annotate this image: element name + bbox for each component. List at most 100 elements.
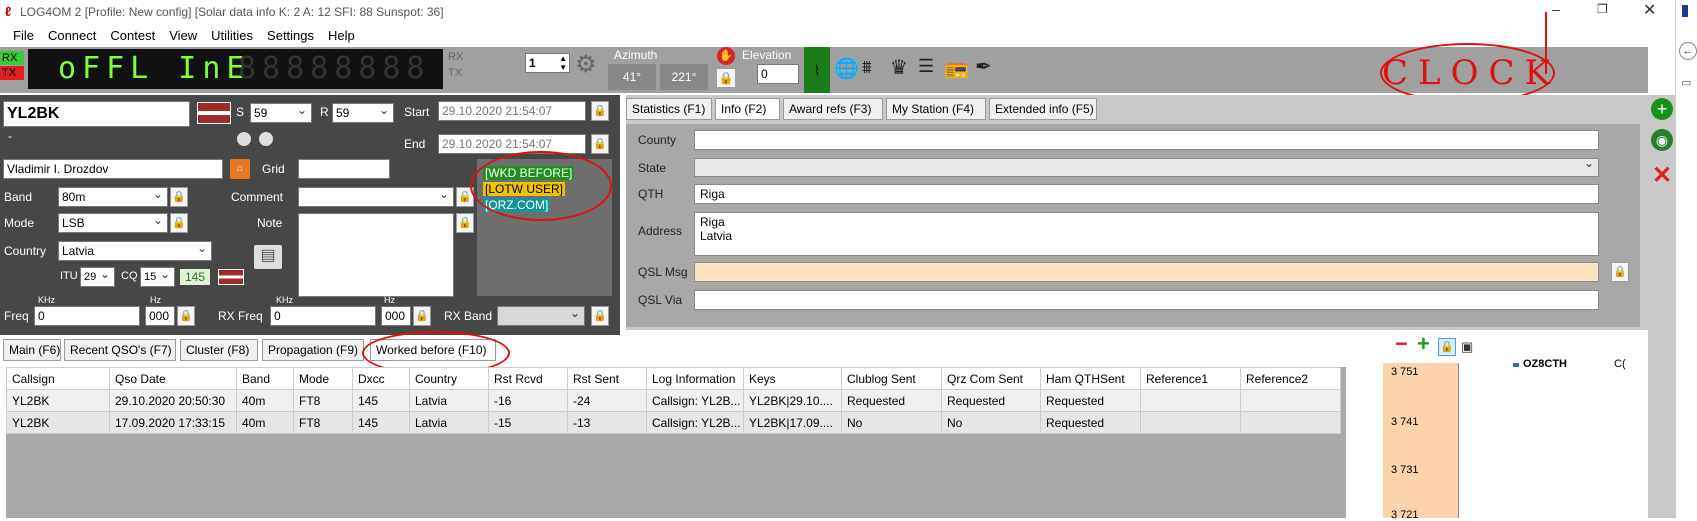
tab-my-station[interactable]: My Station (F4) — [886, 98, 986, 120]
bandmap-folder-icon[interactable]: ▣ — [1461, 339, 1473, 355]
start-lock-icon[interactable]: 🔒 — [591, 101, 609, 121]
col-rst-rcvd[interactable]: Rst Rcvd — [488, 367, 568, 390]
tab-recent-qsos[interactable]: Recent QSO's (F7) — [64, 339, 176, 361]
qrz-lookup-icon[interactable]: ⌂ — [230, 159, 250, 179]
band-map-panel: − + 🔒 ▣ 3 751 3 741 3 731 3 721 OZ8CTH C… — [1383, 331, 1645, 521]
globe-icon[interactable]: 🌐 — [834, 56, 859, 81]
freq-lock-icon[interactable]: 🔒 — [177, 306, 195, 326]
col-rst-sent[interactable]: Rst Sent — [567, 367, 647, 390]
menu-connect[interactable]: Connect — [41, 28, 103, 43]
rxfreq-input[interactable]: 0 — [270, 306, 376, 326]
add-qso-icon[interactable]: + — [1651, 98, 1673, 120]
menu-contest[interactable]: Contest — [103, 28, 162, 43]
name-input[interactable]: Vladimir I. Drozdov — [3, 159, 223, 179]
menu-help[interactable]: Help — [321, 28, 362, 43]
tab-cluster[interactable]: Cluster (F8) — [180, 339, 258, 361]
note-lock-icon[interactable]: 🔒 — [456, 213, 474, 233]
start-datetime[interactable]: 29.10.2020 21:54:07 — [438, 101, 586, 121]
zoom-in-icon[interactable]: + — [1417, 331, 1430, 357]
gear-icon[interactable]: ⚙ — [575, 50, 597, 79]
address-textarea[interactable]: Riga Latvia — [694, 212, 1599, 256]
rst-sent-select[interactable]: 59 — [250, 101, 312, 123]
county-input[interactable] — [694, 130, 1599, 150]
end-datetime[interactable]: 29.10.2020 21:54:07 — [438, 134, 586, 154]
tab-main[interactable]: Main (F6) — [3, 339, 61, 361]
connection-status[interactable]: ⌇ — [804, 47, 830, 93]
col-country[interactable]: Country — [409, 367, 489, 390]
rxfreq-hz-input[interactable]: 000 — [381, 306, 411, 326]
col-clublog-sent[interactable]: Clublog Sent — [841, 367, 942, 390]
col-mode[interactable]: Mode — [293, 367, 353, 390]
qsl-msg-input[interactable] — [694, 262, 1599, 282]
state-select[interactable] — [694, 156, 1599, 177]
col-qrz-sent[interactable]: Qrz Com Sent — [941, 367, 1041, 390]
rst-rcvd-select[interactable]: 59 — [332, 101, 394, 123]
rxband-lock-icon[interactable]: 🔒 — [591, 306, 609, 326]
band-select[interactable]: 80m — [58, 185, 168, 207]
rxband-select[interactable] — [497, 304, 585, 326]
menu-view[interactable]: View — [162, 28, 204, 43]
col-ham-qth-sent[interactable]: Ham QTHSent — [1040, 367, 1141, 390]
antenna-icon[interactable]: ⩩ — [862, 57, 872, 78]
menu-utilities[interactable]: Utilities — [204, 28, 260, 43]
tx2-label: TX — [448, 67, 463, 79]
elevation-input[interactable]: 0 — [757, 64, 799, 84]
qsl-via-input[interactable] — [694, 290, 1599, 310]
azimuth-long: 221° — [660, 64, 708, 90]
start-label: Start — [404, 105, 430, 119]
qsl-msg-lock-icon[interactable]: 🔒 — [1611, 262, 1629, 282]
note-textarea[interactable] — [298, 213, 454, 297]
cq-select[interactable]: 15 — [140, 265, 175, 287]
radio-icon[interactable]: 📻 — [944, 55, 969, 80]
qth-label: QTH — [638, 187, 664, 201]
col-reference1[interactable]: Reference1 — [1140, 367, 1241, 390]
qth-input[interactable]: Riga — [694, 184, 1599, 204]
database-icon[interactable]: ☰ — [918, 56, 934, 77]
table-row[interactable]: YL2BK 17.09.2020 17:33:15 40m FT8 145 La… — [6, 411, 1341, 434]
tab-statistics[interactable]: Statistics (F1) — [626, 98, 712, 120]
tab-extended-info[interactable]: Extended info (F5) — [989, 98, 1097, 120]
mode-lock-icon[interactable]: 🔒 — [170, 213, 188, 233]
callsign-input[interactable]: YL2BK — [3, 101, 190, 127]
tab-award-refs[interactable]: Award refs (F3) — [783, 98, 883, 120]
tab-propagation[interactable]: Propagation (F9) — [262, 339, 364, 361]
band-lock-icon[interactable]: 🔒 — [170, 187, 188, 207]
rotator-lock-icon[interactable]: 🔒 — [717, 69, 735, 87]
comment-input[interactable] — [298, 185, 454, 207]
col-reference2[interactable]: Reference2 — [1240, 367, 1341, 390]
col-dxcc[interactable]: Dxcc — [352, 367, 410, 390]
table-row[interactable]: YL2BK 29.10.2020 20:50:30 40m FT8 145 La… — [6, 389, 1341, 412]
bandmap-lock-icon[interactable]: 🔒 — [1438, 338, 1456, 356]
tab-info[interactable]: Info (F2) — [715, 98, 780, 120]
col-keys[interactable]: Keys — [743, 367, 842, 390]
menu-settings[interactable]: Settings — [260, 28, 321, 43]
dxcc-value: 145 — [180, 269, 210, 285]
end-lock-icon[interactable]: 🔒 — [591, 134, 609, 154]
mode-select[interactable]: LSB — [58, 211, 168, 233]
rxfreq-lock-icon[interactable]: 🔒 — [413, 306, 431, 326]
globe-lookup-icon[interactable]: ◉ — [1651, 129, 1673, 151]
back-arrow-icon[interactable]: ← — [1679, 42, 1697, 60]
stop-hand-icon[interactable]: ✋ — [717, 47, 735, 65]
zoom-out-icon[interactable]: − — [1395, 331, 1408, 357]
minimize-button[interactable]: – — [1552, 1, 1560, 17]
clear-qso-icon[interactable]: ✕ — [1651, 164, 1673, 188]
pen-icon[interactable]: ✒ — [975, 54, 992, 79]
radio-spinner[interactable]: 1 ▲ ▼ — [525, 53, 570, 73]
country-select[interactable]: Latvia — [58, 239, 212, 261]
col-callsign[interactable]: Callsign — [6, 367, 110, 390]
maximize-button[interactable]: ❐ — [1597, 2, 1608, 16]
award-icon[interactable]: ♛ — [890, 55, 908, 80]
close-window-button[interactable]: ✕ — [1643, 0, 1656, 20]
spot-callsign[interactable]: OZ8CTH — [1523, 358, 1567, 370]
menu-file[interactable]: File — [6, 28, 41, 43]
col-qso-date[interactable]: Qso Date — [109, 367, 237, 390]
col-log-info[interactable]: Log Information — [646, 367, 744, 390]
freq-hz-input[interactable]: 000 — [145, 306, 175, 326]
itu-select[interactable]: 29 — [80, 265, 115, 287]
logbook-icon[interactable]: ▤ — [254, 245, 282, 269]
freq-input[interactable]: 0 — [34, 306, 140, 326]
grid-input[interactable] — [298, 159, 390, 179]
col-band[interactable]: Band — [236, 367, 294, 390]
spot-callsign-2[interactable]: C( — [1614, 358, 1626, 370]
